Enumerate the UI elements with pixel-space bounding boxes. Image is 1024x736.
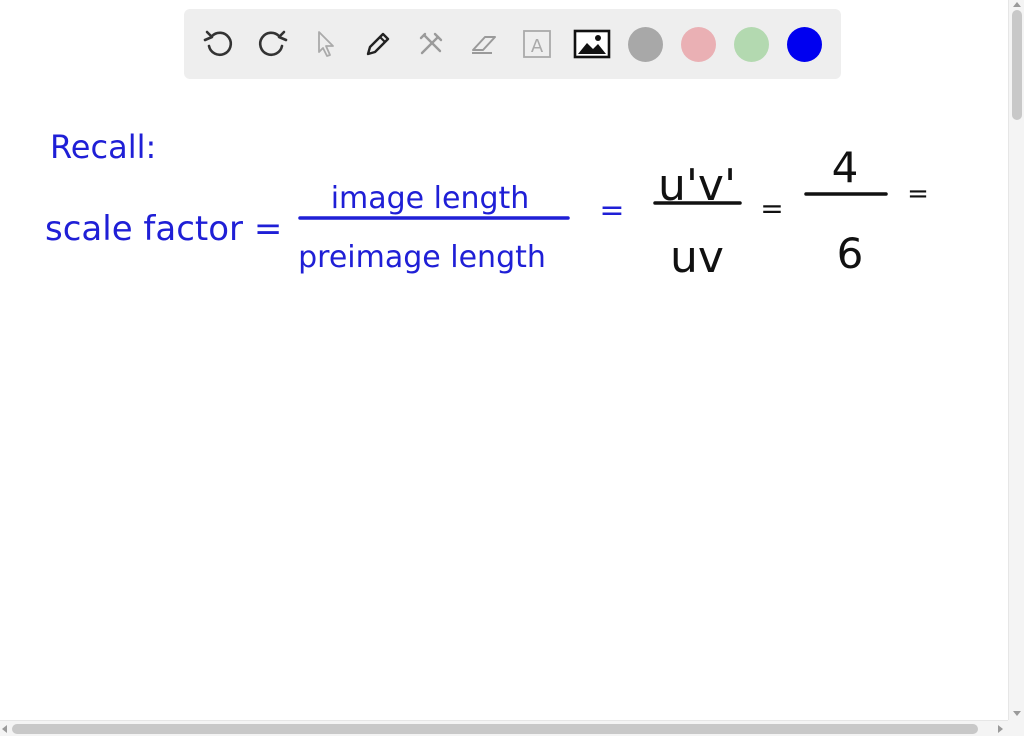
vertical-scrollbar[interactable] [1008, 0, 1024, 720]
horizontal-scroll-thumb[interactable] [12, 724, 978, 734]
tools-button[interactable] [410, 23, 452, 65]
color-swatch-green[interactable] [734, 27, 769, 62]
color-swatch-pink[interactable] [681, 27, 716, 62]
redo-button[interactable] [251, 23, 293, 65]
denominator-value: 6 [837, 229, 864, 278]
toolbar: A [184, 9, 841, 79]
scale-factor-label: scale factor = [45, 209, 282, 249]
whiteboard-canvas[interactable]: Recall: scale factor = image length prei… [0, 90, 1008, 718]
undo-button[interactable] [198, 23, 240, 65]
vertical-scroll-thumb[interactable] [1012, 10, 1022, 120]
text-tool-letter: A [531, 36, 544, 57]
pen-icon [366, 32, 390, 56]
equals-sign-3: = [907, 179, 929, 209]
image-button[interactable] [571, 23, 613, 65]
undo-icon [203, 30, 233, 57]
select-pointer-icon [318, 31, 334, 57]
equals-sign-2: = [760, 192, 783, 225]
numerator-words: image length [331, 181, 530, 216]
equals-sign-1: = [599, 193, 624, 228]
recall-text: Recall: [50, 128, 156, 166]
tools-icon [419, 32, 443, 55]
redo-icon [258, 30, 288, 57]
text-icon: A [523, 30, 551, 58]
image-icon [573, 29, 611, 59]
color-swatch-blue[interactable] [787, 27, 822, 62]
text-button[interactable]: A [516, 23, 558, 65]
eraser-button[interactable] [463, 23, 505, 65]
scroll-right-arrow-icon[interactable] [998, 725, 1003, 733]
color-swatch-gray[interactable] [628, 27, 663, 62]
denominator-segment: uv [670, 232, 724, 283]
pen-button[interactable] [357, 23, 399, 65]
scroll-up-arrow-icon[interactable] [1013, 2, 1021, 7]
scrollbar-corner [1008, 720, 1024, 736]
numerator-value: 4 [832, 143, 859, 192]
scroll-down-arrow-icon[interactable] [1013, 711, 1021, 716]
scroll-left-arrow-icon[interactable] [2, 725, 7, 733]
select-button[interactable] [304, 23, 346, 65]
handwriting-layer: Recall: scale factor = image length prei… [45, 128, 929, 283]
horizontal-scrollbar[interactable] [0, 720, 1008, 736]
denominator-words: preimage length [298, 240, 546, 275]
eraser-icon [472, 36, 496, 54]
whiteboard-app: A Recall: scale factor = image length pr… [0, 0, 1024, 736]
